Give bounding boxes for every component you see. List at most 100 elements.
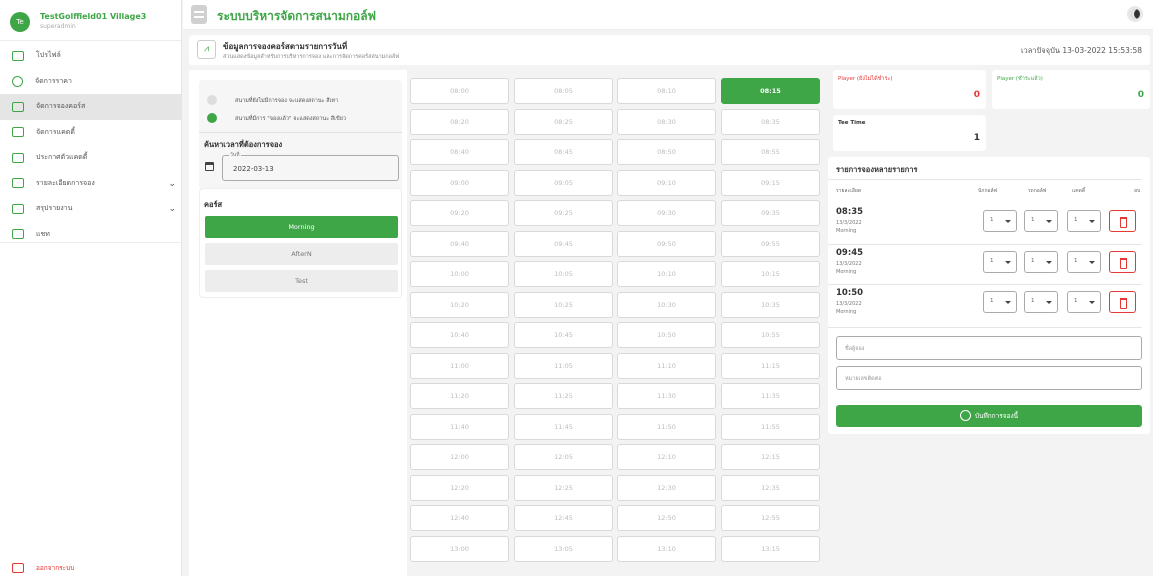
time-slot-button[interactable]: 08:55: [721, 139, 820, 165]
time-slot-button[interactable]: 10:30: [617, 291, 716, 318]
time-slot-button[interactable]: 11:15: [721, 352, 820, 379]
booker-name-input[interactable]: ชื่อผู้จอง: [836, 336, 1142, 360]
time-slot-button[interactable]: 12:00: [410, 444, 509, 470]
time-slot-button[interactable]: 12:05: [514, 444, 613, 470]
time-slot-button[interactable]: 08:00: [410, 78, 509, 104]
time-slot-button[interactable]: 08:15: [721, 78, 820, 104]
report-icon: [12, 203, 24, 214]
time-slot-button[interactable]: 11:25: [514, 383, 613, 409]
time-slot-button[interactable]: 11:35: [721, 383, 820, 409]
sidebar-item-report[interactable]: สรุปรายงาน ⌄: [0, 196, 182, 222]
time-slot-button[interactable]: 10:35: [721, 291, 820, 318]
time-slot-button[interactable]: 12:35: [721, 474, 820, 501]
date-value: 2022-03-13: [233, 165, 274, 173]
time-slot-button[interactable]: 13:10: [617, 535, 716, 562]
save-booking-button[interactable]: บันทึกการจองนี้: [836, 405, 1142, 427]
time-slot-button[interactable]: 09:00: [410, 169, 509, 196]
cart-select[interactable]: 1: [1024, 210, 1058, 232]
time-slot-button[interactable]: 09:55: [721, 230, 820, 257]
phone-input[interactable]: หมายเลขติดต่อ: [836, 366, 1142, 390]
time-slot-button[interactable]: 09:20: [410, 200, 509, 226]
menu-icon[interactable]: [191, 5, 207, 24]
time-slot-button[interactable]: 13:15: [721, 535, 820, 562]
time-slot-button[interactable]: 10:00: [410, 261, 509, 287]
time-slot-button[interactable]: 08:45: [514, 139, 613, 165]
time-slot-button[interactable]: 09:35: [721, 200, 820, 226]
time-slot-button[interactable]: 08:05: [514, 78, 613, 104]
caddie-select[interactable]: 1: [1067, 291, 1101, 313]
time-slot-button[interactable]: 12:20: [410, 474, 509, 501]
cart-select[interactable]: 1: [1024, 251, 1058, 273]
time-slot-button[interactable]: 09:10: [617, 169, 716, 196]
sidebar-item-chat[interactable]: แชท: [0, 222, 182, 248]
time-slot-button[interactable]: 12:30: [617, 474, 716, 501]
cart-select[interactable]: 1: [1024, 291, 1058, 313]
time-slot-button[interactable]: 10:50: [617, 322, 716, 348]
time-slot-button[interactable]: 11:40: [410, 413, 509, 440]
time-slot-button[interactable]: 10:55: [721, 322, 820, 348]
page-title: ข้อมูลการจองคอร์สตามรายการวันที่: [223, 42, 348, 51]
time-slot-button[interactable]: 13:05: [514, 535, 613, 562]
time-slot-button[interactable]: 09:15: [721, 169, 820, 196]
delete-button[interactable]: [1109, 291, 1136, 313]
user-profile[interactable]: Te TestGolffield01 Village3 superadmin: [8, 8, 178, 32]
sidebar-item-price[interactable]: จัดการราคา: [0, 69, 182, 95]
sidebar-item-caddie[interactable]: จัดการแคดดี้: [0, 120, 182, 146]
time-slot-button[interactable]: 10:10: [617, 261, 716, 287]
delete-button[interactable]: [1109, 251, 1136, 273]
time-slot-button[interactable]: 11:30: [617, 383, 716, 409]
time-slot-button[interactable]: 09:25: [514, 200, 613, 226]
course-option-test[interactable]: Test: [205, 270, 398, 292]
caddie-select[interactable]: 1: [1067, 251, 1101, 273]
time-slot-button[interactable]: 10:45: [514, 322, 613, 348]
reservation-list: รายการจองหลายรายการ รายละเอียด นักกอล์ฟ …: [828, 157, 1150, 434]
time-slot-button[interactable]: 12:50: [617, 505, 716, 531]
time-slot-button[interactable]: 11:55: [721, 413, 820, 440]
user-name: TestGolffield01 Village3: [40, 12, 147, 21]
dark-mode-toggle-icon[interactable]: [1127, 6, 1143, 22]
time-slot-button[interactable]: 08:40: [410, 139, 509, 165]
sidebar-item-announce[interactable]: ประกาศตัวแคดดี้: [0, 145, 182, 171]
time-slot-button[interactable]: 09:45: [514, 230, 613, 257]
time-slot-button[interactable]: 11:20: [410, 383, 509, 409]
time-slot-button[interactable]: 11:45: [514, 413, 613, 440]
time-slot-button[interactable]: 10:40: [410, 322, 509, 348]
logout-button[interactable]: ออกจากระบบ: [12, 563, 74, 573]
time-slot-button[interactable]: 11:00: [410, 352, 509, 379]
time-slot-button[interactable]: 10:15: [721, 261, 820, 287]
time-slot-button[interactable]: 12:15: [721, 444, 820, 470]
time-slot-button[interactable]: 12:10: [617, 444, 716, 470]
time-slot-button[interactable]: 11:50: [617, 413, 716, 440]
time-slot-button[interactable]: 09:05: [514, 169, 613, 196]
time-slot-button[interactable]: 09:30: [617, 200, 716, 226]
golfer-select[interactable]: 1: [983, 210, 1017, 232]
delete-button[interactable]: [1109, 210, 1136, 232]
sidebar-item-course-booking[interactable]: จัดการจองคอร์ส: [0, 94, 182, 120]
time-slot-button[interactable]: 08:50: [617, 139, 716, 165]
time-slot-button[interactable]: 09:40: [410, 230, 509, 257]
time-slot-button[interactable]: 12:45: [514, 505, 613, 531]
sidebar-item-profile[interactable]: โปรไฟล์: [0, 43, 182, 69]
time-slot-button[interactable]: 08:30: [617, 108, 716, 135]
time-slot-button[interactable]: 08:20: [410, 108, 509, 135]
time-slot-button[interactable]: 12:55: [721, 505, 820, 531]
time-slot-button[interactable]: 13:00: [410, 535, 509, 562]
time-slot-button[interactable]: 08:35: [721, 108, 820, 135]
time-slot-button[interactable]: 12:40: [410, 505, 509, 531]
time-slot-button[interactable]: 08:25: [514, 108, 613, 135]
course-option-aftern[interactable]: AfterN: [205, 243, 398, 265]
golfer-select[interactable]: 1: [983, 291, 1017, 313]
time-slot-button[interactable]: 11:10: [617, 352, 716, 379]
golfer-select[interactable]: 1: [983, 251, 1017, 273]
time-slot-button[interactable]: 08:10: [617, 78, 716, 104]
caddie-select[interactable]: 1: [1067, 210, 1101, 232]
time-slot-button[interactable]: 09:50: [617, 230, 716, 257]
time-slot-button[interactable]: 12:25: [514, 474, 613, 501]
time-slot-button[interactable]: 11:05: [514, 352, 613, 379]
date-field[interactable]: วันที่ 2022-03-13: [222, 151, 399, 181]
time-slot-button[interactable]: 10:05: [514, 261, 613, 287]
time-slot-button[interactable]: 10:25: [514, 291, 613, 318]
sidebar-item-booking-details[interactable]: รายละเอียดการจอง ⌄: [0, 171, 182, 197]
course-option-morning[interactable]: Morning: [205, 216, 398, 238]
time-slot-button[interactable]: 10:20: [410, 291, 509, 318]
